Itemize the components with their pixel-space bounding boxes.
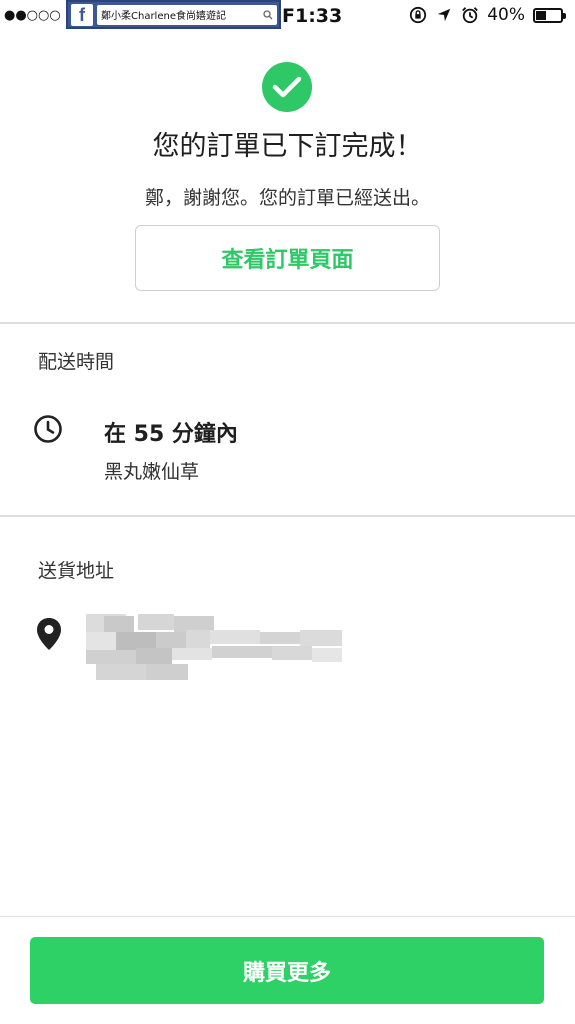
search-icon <box>263 9 273 19</box>
delivery-time-label: 配送時間 <box>38 351 115 373</box>
delivery-address-label: 送貨地址 <box>38 560 115 582</box>
facebook-watermark: f 鄭小柔Charlene食尚嬉遊記 <box>66 0 281 29</box>
battery-icon <box>533 7 566 23</box>
location-arrow-icon <box>437 8 451 22</box>
facebook-search-text: 鄭小柔Charlene食尚嬉遊記 <box>101 11 226 22</box>
divider <box>0 515 575 517</box>
delivery-eta: 在 55 分鐘內 <box>104 422 238 447</box>
facebook-logo-icon: f <box>71 3 93 26</box>
status-time: F1:33 <box>282 5 343 27</box>
battery-percent: 40% <box>487 5 525 25</box>
rotation-lock-icon <box>410 6 427 24</box>
footer-divider <box>0 916 575 917</box>
view-order-button[interactable]: 查看訂單頁面 <box>135 225 440 291</box>
battery-nub <box>563 12 566 19</box>
order-complete-title: 您的訂單已下訂完成！ <box>152 131 423 162</box>
buy-more-button[interactable]: 購買更多 <box>30 937 544 1004</box>
store-name: 黑丸嫩仙草 <box>104 461 200 483</box>
check-icon <box>262 62 312 112</box>
order-sent-message: 鄭，謝謝您。您的訂單已經送出。 <box>144 187 430 209</box>
alarm-icon <box>462 7 479 24</box>
signal-strength: ●●○○○ <box>4 8 61 23</box>
status-right-group: 40% <box>409 5 566 25</box>
divider <box>0 322 575 324</box>
redacted-address <box>86 614 342 680</box>
battery-fill <box>536 10 546 20</box>
location-pin-icon <box>37 618 61 650</box>
facebook-search-box: 鄭小柔Charlene食尚嬉遊記 <box>97 4 277 25</box>
clock-icon <box>34 415 62 443</box>
